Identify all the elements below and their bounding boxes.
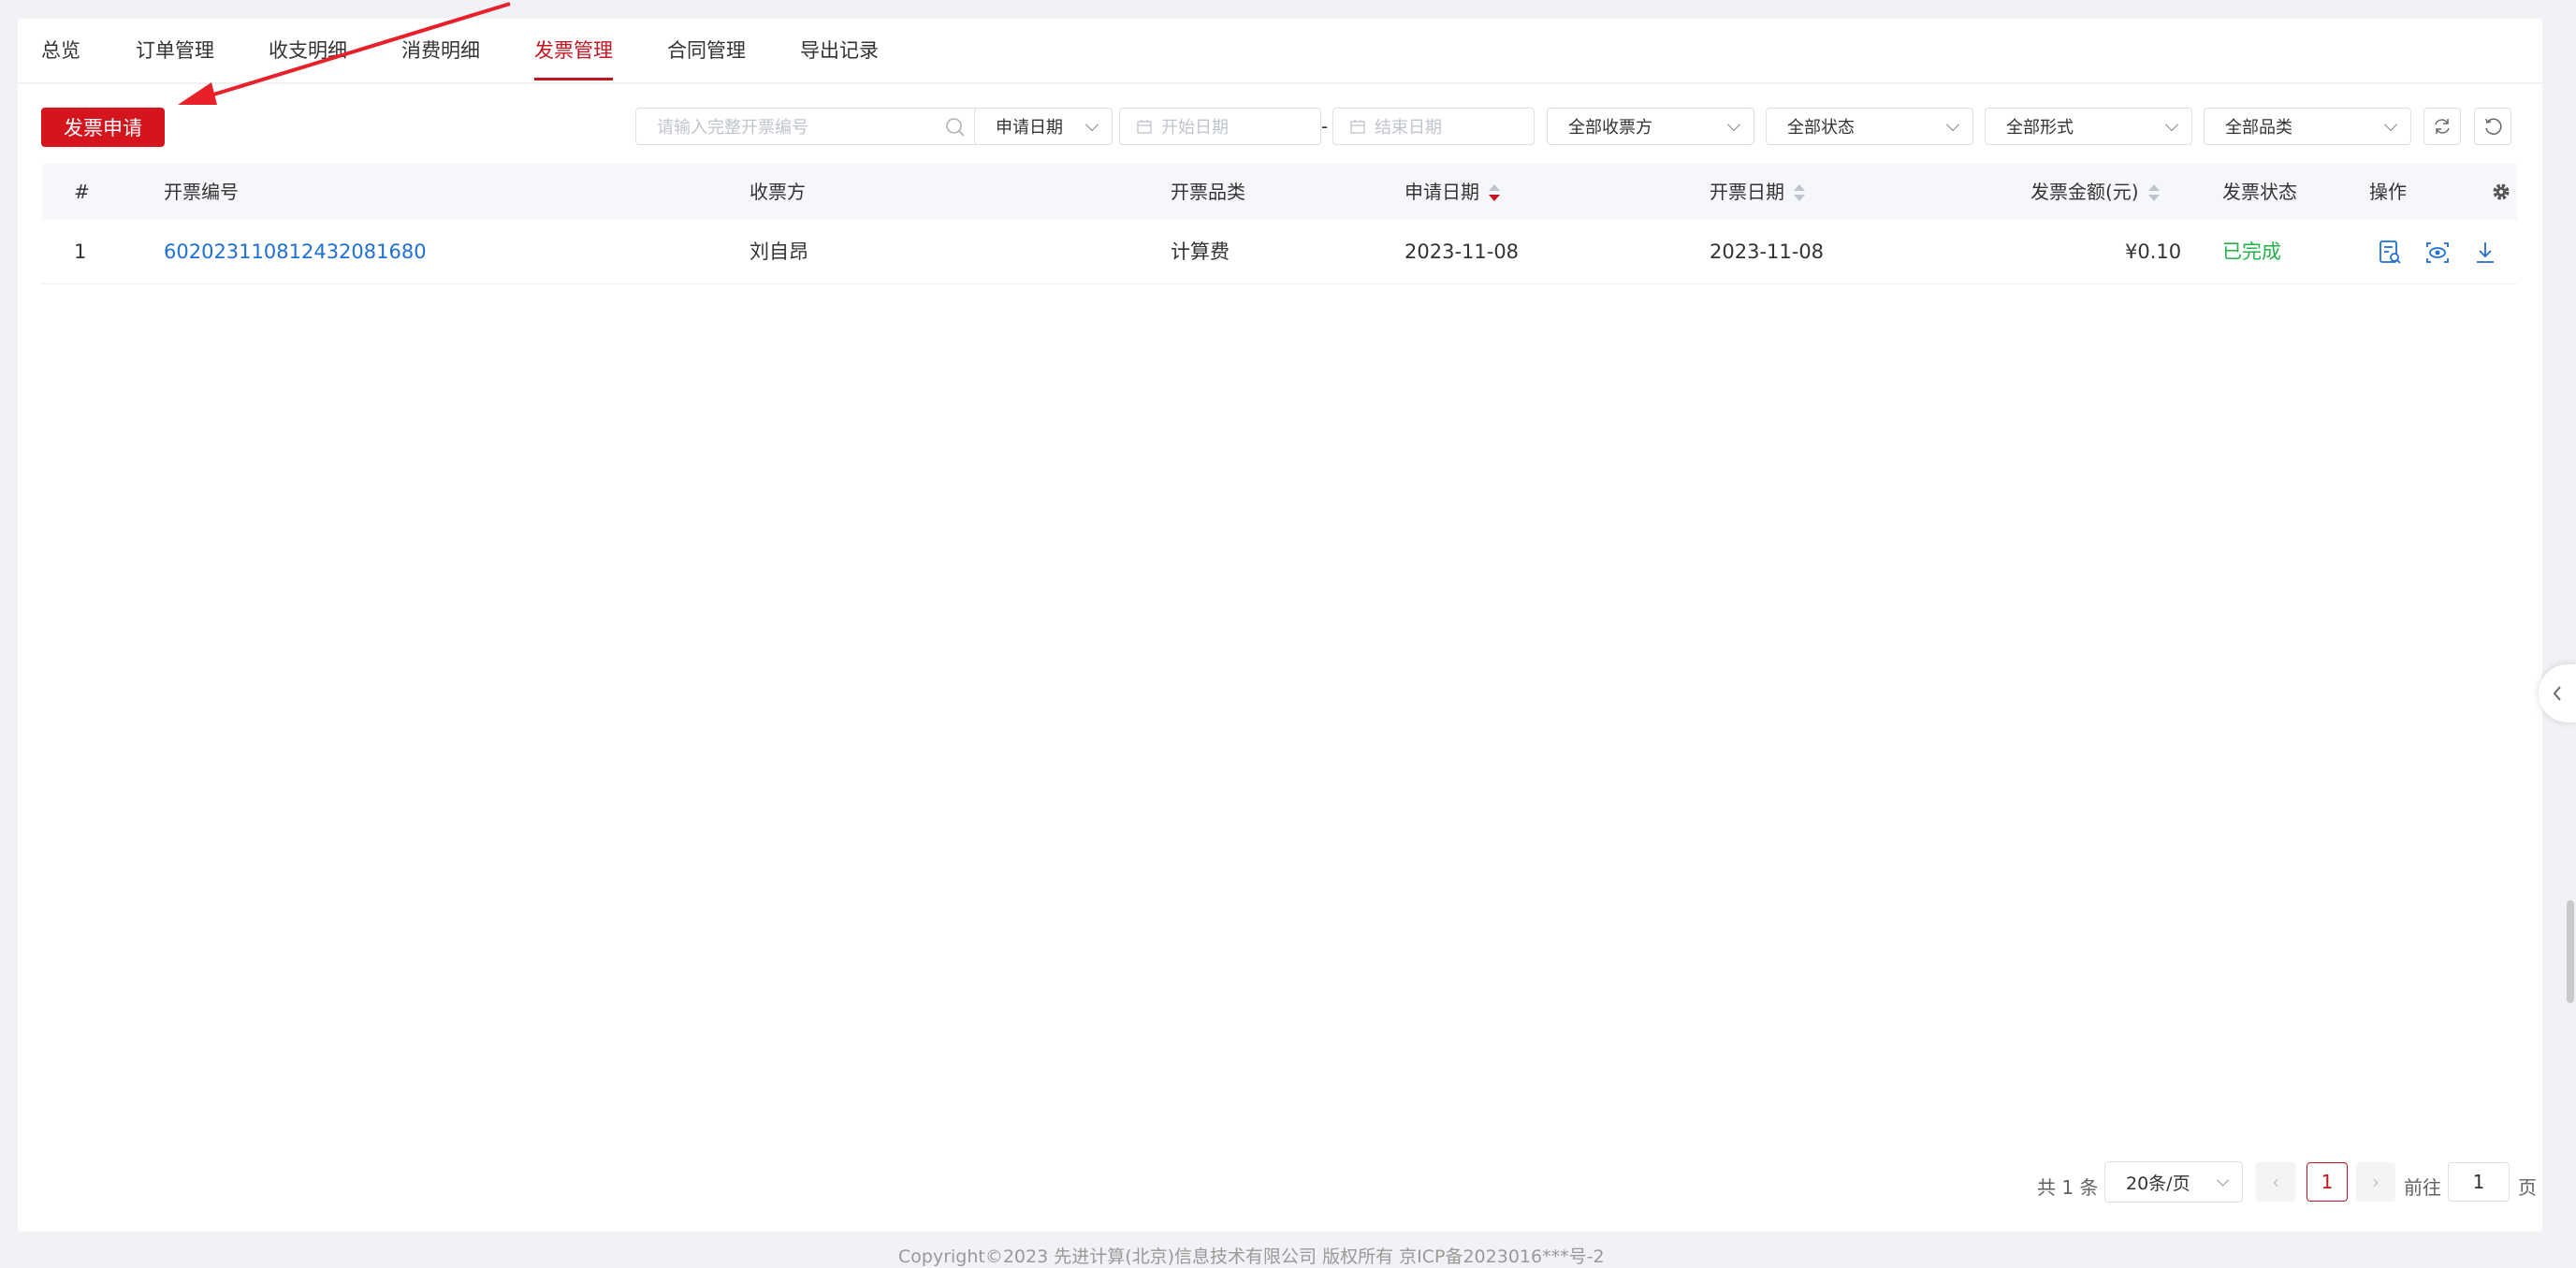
row-apply-date: 2023-11-08: [1404, 240, 1520, 263]
chevron-down-icon: [2383, 117, 2398, 132]
date-type-value: 申请日期: [996, 118, 1063, 138]
row-amount: ¥0.10: [2125, 240, 2182, 263]
invoice-number-search-input[interactable]: 请输入完整开票编号: [635, 108, 980, 145]
copyright-footer: Copyright©2023 先进计算(北京)信息技术有限公司 版权所有 京IC…: [898, 1246, 1605, 1267]
page-size-select[interactable]: 20条/页: [2104, 1161, 2243, 1202]
col-category: 开票品类: [1171, 181, 1245, 203]
end-date-input[interactable]: 结束日期: [1332, 108, 1535, 145]
table-header: # 开票编号 收票方 开票品类 申请日期 开票日期 发票金额(元) 发票状态 操…: [42, 164, 2517, 220]
col-amount[interactable]: 发票金额(元): [2030, 164, 2160, 220]
date-type-select[interactable]: 申请日期: [974, 108, 1113, 145]
sort-icon[interactable]: [1794, 183, 1805, 203]
content-panel: 总览 订单管理 收支明细 消费明细 发票管理 合同管理 导出记录 发票申请 请输…: [18, 19, 2542, 1232]
form-filter-value: 全部形式: [2006, 118, 2074, 138]
start-date-placeholder: 开始日期: [1161, 118, 1229, 138]
col-invoice-number: 开票编号: [164, 181, 239, 203]
goto-page-input[interactable]: 1: [2448, 1162, 2510, 1202]
preview-icon[interactable]: [2423, 239, 2452, 267]
refresh-icon: [2435, 119, 2450, 134]
receiver-filter-select[interactable]: 全部收票方: [1547, 108, 1754, 145]
receiver-filter-value: 全部收票方: [1568, 118, 1652, 138]
col-status: 发票状态: [2222, 181, 2297, 203]
col-amount-label: 发票金额(元): [2030, 181, 2139, 203]
table-row: 1 60202311081243208168​0 刘自昂 计算费 2023-11…: [42, 220, 2517, 284]
col-apply-date[interactable]: 申请日期: [1404, 164, 1500, 220]
date-range-separator: -: [1321, 115, 1329, 138]
side-panel-toggle[interactable]: [2539, 664, 2576, 722]
col-apply-date-label: 申请日期: [1404, 181, 1479, 203]
col-issue-date[interactable]: 开票日期: [1710, 164, 1805, 220]
tab-contracts[interactable]: 合同管理: [667, 36, 746, 64]
page-size-value: 20条/页: [2126, 1173, 2190, 1194]
search-icon[interactable]: [945, 117, 966, 138]
row-status: 已完成: [2222, 240, 2281, 263]
form-filter-select[interactable]: 全部形式: [1985, 108, 2192, 145]
column-settings-gear-icon[interactable]: [2491, 182, 2511, 202]
page-scrollbar[interactable]: [2567, 900, 2574, 1003]
sort-desc-icon[interactable]: [1489, 183, 1500, 203]
start-date-input[interactable]: 开始日期: [1119, 108, 1321, 145]
tab-orders[interactable]: 订单管理: [136, 36, 214, 64]
current-page-button[interactable]: 1: [2307, 1162, 2348, 1202]
next-page-button[interactable]: ›: [2356, 1162, 2395, 1202]
tab-consumption[interactable]: 消费明细: [401, 36, 480, 64]
reset-icon: [2485, 118, 2502, 135]
row-receiver: 刘自昂: [750, 240, 808, 263]
page-suffix-label: 页: [2518, 1176, 2537, 1199]
chevron-down-icon: [2217, 1173, 2229, 1187]
col-index: #: [74, 181, 90, 203]
tab-export-records[interactable]: 导出记录: [800, 36, 879, 64]
chevron-down-icon: [2164, 117, 2179, 132]
row-issue-date: 2023-11-08: [1710, 240, 1825, 263]
reset-button[interactable]: [2474, 108, 2511, 145]
chevron-down-icon: [1726, 117, 1741, 132]
search-placeholder: 请输入完整开票编号: [657, 118, 808, 138]
view-detail-icon[interactable]: [2376, 239, 2404, 267]
sort-icon[interactable]: [2147, 183, 2160, 203]
pagination-total: 共 1 条: [2037, 1176, 2099, 1199]
col-actions: 操作: [2369, 181, 2407, 203]
invoice-apply-button[interactable]: 发票申请: [41, 108, 165, 147]
invoice-number-link[interactable]: 60202311081243208168​0: [164, 220, 427, 284]
row-index: 1: [74, 240, 87, 263]
calendar-icon: [1350, 120, 1365, 134]
tab-invoices[interactable]: 发票管理: [534, 36, 613, 64]
status-filter-select[interactable]: 全部状态: [1766, 108, 1973, 145]
chevron-down-icon: [1945, 117, 1960, 132]
status-filter-value: 全部状态: [1787, 118, 1855, 138]
refresh-button[interactable]: [2423, 108, 2461, 145]
download-icon[interactable]: [2471, 239, 2499, 267]
calendar-icon: [1137, 120, 1152, 134]
category-filter-value: 全部品类: [2225, 118, 2292, 138]
col-issue-date-label: 开票日期: [1710, 181, 1784, 203]
chevron-left-icon: [2553, 686, 2561, 701]
tab-bar: 总览 订单管理 收支明细 消费明细 发票管理 合同管理 导出记录: [18, 19, 2542, 84]
end-date-placeholder: 结束日期: [1375, 118, 1442, 138]
tab-income-expense[interactable]: 收支明细: [269, 36, 347, 64]
col-receiver: 收票方: [750, 181, 806, 203]
row-category: 计算费: [1171, 240, 1230, 263]
tab-overview[interactable]: 总览: [41, 36, 80, 64]
prev-page-button[interactable]: ‹: [2256, 1162, 2295, 1202]
active-tab-indicator: [534, 78, 613, 80]
chevron-down-icon: [1084, 117, 1099, 132]
goto-label: 前往: [2404, 1176, 2441, 1199]
category-filter-select[interactable]: 全部品类: [2204, 108, 2411, 145]
